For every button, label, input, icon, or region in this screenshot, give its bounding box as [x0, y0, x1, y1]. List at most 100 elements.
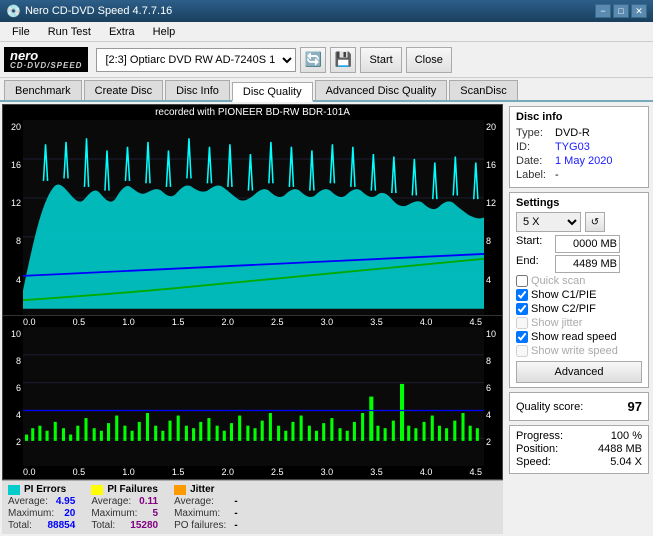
date-label: Date: — [516, 155, 551, 167]
quick-scan-label: Quick scan — [531, 275, 585, 287]
menu-extra[interactable]: Extra — [101, 24, 143, 40]
show-c2-label: Show C2/PIF — [531, 303, 596, 315]
y-label-12: 12 — [3, 198, 21, 208]
pi-errors-label: PI Errors — [24, 484, 66, 495]
nero-logo: nero CD·DVD/SPEED — [4, 47, 88, 72]
progress-label: Progress: — [516, 430, 563, 442]
quality-score-value: 97 — [628, 399, 642, 414]
y-r-label-4: 4 — [486, 275, 502, 285]
disc-info-title: Disc info — [516, 111, 642, 123]
quality-score-panel: Quality score: 97 — [509, 392, 649, 421]
pi-failures-label: PI Failures — [107, 484, 158, 495]
upper-x-axis: 0.0 0.5 1.0 1.5 2.0 2.5 3.0 3.5 4.0 4.5 — [3, 316, 502, 327]
menu-run-test[interactable]: Run Test — [40, 24, 99, 40]
pi-failures-total: 15280 — [130, 520, 158, 531]
refresh-icon-button[interactable]: 🔄 — [300, 47, 326, 73]
id-value: TYG03 — [555, 141, 590, 153]
menu-file[interactable]: File — [4, 24, 38, 40]
speed-label: Speed: — [516, 456, 551, 468]
show-jitter-label: Show jitter — [531, 317, 582, 329]
position-value: 4488 MB — [598, 443, 642, 455]
show-write-speed-checkbox[interactable] — [516, 345, 528, 357]
lower-y-axis: 10 8 6 4 2 — [3, 327, 23, 466]
end-label: End: — [516, 255, 551, 273]
maximize-button[interactable]: □ — [613, 4, 629, 18]
type-label: Type: — [516, 127, 551, 139]
speed-value: 5.04 X — [610, 456, 642, 468]
show-c2-checkbox[interactable] — [516, 303, 528, 315]
show-write-speed-row: Show write speed — [516, 345, 642, 357]
y-label-20: 20 — [3, 122, 21, 132]
label-value: - — [555, 169, 559, 181]
tab-disc-quality[interactable]: Disc Quality — [232, 82, 313, 102]
jitter-color — [174, 485, 186, 495]
legend-pi-failures: PI Failures Average: 0.11 Maximum: 5 Tot… — [91, 484, 158, 531]
show-read-speed-checkbox[interactable] — [516, 331, 528, 343]
pi-errors-max: 20 — [64, 508, 75, 519]
advanced-button[interactable]: Advanced — [516, 361, 642, 383]
tab-create-disc[interactable]: Create Disc — [84, 80, 163, 100]
start-input[interactable] — [555, 235, 620, 253]
y-label-4: 4 — [3, 275, 21, 285]
pi-failures-max: 5 — [153, 508, 159, 519]
right-panel: Disc info Type: DVD-R ID: TYG03 Date: 1 … — [505, 102, 653, 536]
legend-pi-errors: PI Errors Average: 4.95 Maximum: 20 Tota… — [8, 484, 75, 531]
quick-scan-checkbox[interactable] — [516, 275, 528, 287]
show-read-speed-label: Show read speed — [531, 331, 617, 343]
drive-select[interactable]: [2:3] Optiarc DVD RW AD-7240S 1.04 — [96, 48, 296, 72]
lower-y-axis-right: 10 8 6 4 2 — [484, 327, 502, 466]
pi-errors-color — [8, 485, 20, 495]
main-content: recorded with PIONEER BD-RW BDR-101A 20 … — [0, 102, 653, 536]
pi-errors-total: 88854 — [48, 520, 76, 531]
type-value: DVD-R — [555, 127, 590, 139]
progress-value: 100 % — [611, 430, 642, 442]
y-r-label-20: 20 — [486, 122, 502, 132]
upper-chart-svg — [23, 120, 484, 315]
speed-select[interactable]: 5 X — [516, 212, 581, 232]
minimize-button[interactable]: − — [595, 4, 611, 18]
label-label: Label: — [516, 169, 551, 181]
show-c1-checkbox[interactable] — [516, 289, 528, 301]
y-r-label-16: 16 — [486, 160, 502, 170]
quick-scan-row: Quick scan — [516, 275, 642, 287]
title-bar: 💿 Nero CD-DVD Speed 4.7.7.16 − □ ✕ — [0, 0, 653, 22]
tab-scan-disc[interactable]: ScanDisc — [449, 80, 517, 100]
jitter-avg: - — [234, 496, 237, 507]
y-r-label-12: 12 — [486, 198, 502, 208]
lower-chart-svg — [23, 327, 484, 466]
show-jitter-checkbox[interactable] — [516, 317, 528, 329]
settings-title: Settings — [516, 197, 642, 209]
start-button[interactable]: Start — [360, 47, 401, 73]
close-toolbar-button[interactable]: Close — [406, 47, 452, 73]
close-button[interactable]: ✕ — [631, 4, 647, 18]
lower-x-axis: 0.0 0.5 1.0 1.5 2.0 2.5 3.0 3.5 4.0 4.5 — [3, 466, 502, 479]
jitter-max: - — [234, 508, 237, 519]
menu-help[interactable]: Help — [145, 24, 184, 40]
tab-disc-info[interactable]: Disc Info — [165, 80, 230, 100]
save-icon-button[interactable]: 💾 — [330, 47, 356, 73]
progress-panel: Progress: 100 % Position: 4488 MB Speed:… — [509, 425, 649, 474]
toolbar: nero CD·DVD/SPEED [2:3] Optiarc DVD RW A… — [0, 42, 653, 78]
y-label-8: 8 — [3, 236, 21, 246]
y-label-16: 16 — [3, 160, 21, 170]
jitter-po: - — [234, 520, 237, 531]
tab-benchmark[interactable]: Benchmark — [4, 80, 82, 100]
id-label: ID: — [516, 141, 551, 153]
chart-container: recorded with PIONEER BD-RW BDR-101A 20 … — [2, 104, 503, 480]
app-icon: 💿 — [6, 4, 21, 18]
quality-score-label: Quality score: — [516, 401, 583, 413]
disc-info-panel: Disc info Type: DVD-R ID: TYG03 Date: 1 … — [509, 106, 649, 188]
end-input[interactable] — [555, 255, 620, 273]
date-value: 1 May 2020 — [555, 155, 612, 167]
show-c2-row: Show C2/PIF — [516, 303, 642, 315]
settings-panel: Settings 5 X ↺ Start: End: Quick scan — [509, 192, 649, 388]
tab-advanced-disc-quality[interactable]: Advanced Disc Quality — [315, 80, 448, 100]
chart-title: recorded with PIONEER BD-RW BDR-101A — [3, 105, 502, 120]
show-c1-row: Show C1/PIE — [516, 289, 642, 301]
y-r-label-8: 8 — [486, 236, 502, 246]
upper-y-axis: 20 16 12 8 4 — [3, 120, 23, 315]
pi-failures-color — [91, 485, 103, 495]
show-write-speed-label: Show write speed — [531, 345, 618, 357]
refresh-speed-button[interactable]: ↺ — [585, 212, 605, 232]
show-read-speed-row: Show read speed — [516, 331, 642, 343]
